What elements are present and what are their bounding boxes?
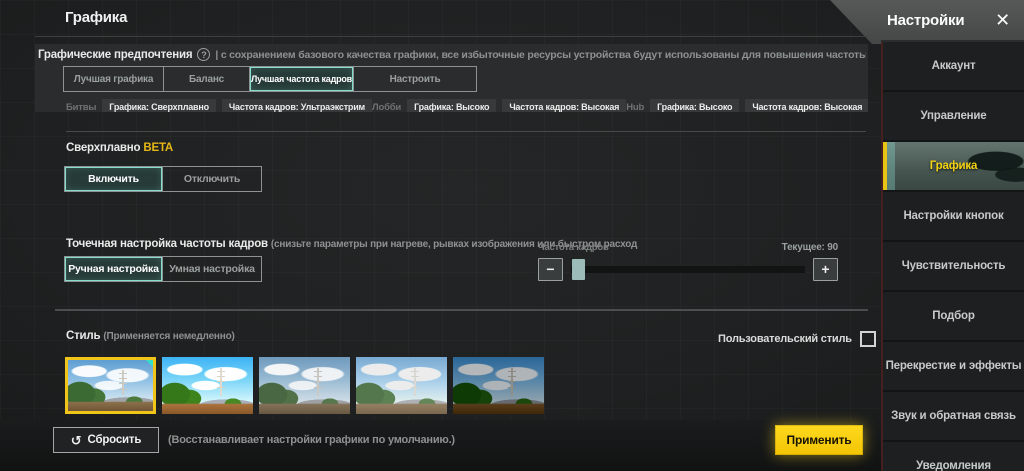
smart-tuning-button[interactable]: Умная настройка	[163, 257, 261, 281]
style-preview-image	[356, 357, 447, 414]
sidebar-item-graphics[interactable]: Графика	[883, 142, 1024, 192]
title-divider	[35, 36, 868, 37]
style-thumbnail-classic[interactable]	[65, 357, 156, 414]
radio-tower-graphic	[314, 368, 323, 396]
style-preview-image	[162, 357, 253, 414]
summary-label: Битвы	[66, 101, 97, 113]
bottom-action-bar: ↺ Сбросить (Восстанавливает настройки гр…	[0, 420, 1024, 471]
reset-button-label: Сбросить	[87, 434, 142, 446]
section-divider	[55, 309, 868, 311]
slider-label: Частота кадров	[538, 242, 609, 253]
style-section-title: Стиль (Применяется немедленно)	[66, 330, 235, 342]
custom-style-checkbox[interactable]	[859, 331, 876, 347]
tab-best-framerate[interactable]: Лучшая частота кадров	[250, 67, 354, 91]
style-preview-image	[68, 360, 153, 411]
tab-balance[interactable]: Баланс	[164, 67, 250, 91]
sidebar-item-account[interactable]: Аккаунт	[883, 42, 1024, 92]
summary-badge: Частота кадров: Ультраэкстрим	[221, 99, 373, 112]
graphics-preferences-section: Графические предпочтения ? | с сохранени…	[35, 44, 868, 112]
summary-group-hub: Hub Графика: Высоко Частота кадров: Высо…	[626, 99, 868, 112]
style-preview-image	[259, 357, 350, 414]
style-thumbnail-soft[interactable]	[356, 357, 447, 414]
summary-badge: Графика: Сверхплавно	[102, 99, 216, 112]
reset-icon: ↺	[70, 432, 82, 448]
framerate-title-text: Точечная настройка частоты кадров	[66, 238, 268, 250]
smooth-toggle-group: Включить Отключить	[64, 166, 262, 192]
help-icon[interactable]: ?	[197, 48, 211, 61]
increase-framerate-button[interactable]: +	[813, 257, 838, 281]
style-thumbnails-row	[65, 357, 544, 414]
sidebar-item-sensitivity[interactable]: Чувствительность	[883, 242, 1024, 292]
style-hint: (Применяется немедленно)	[103, 331, 235, 342]
tab-customize[interactable]: Настроить	[354, 67, 476, 91]
framerate-slider-handle[interactable]	[572, 258, 585, 280]
enable-button[interactable]: Включить	[65, 167, 163, 191]
sidebar-item-button-settings[interactable]: Настройки кнопок	[883, 192, 1024, 242]
summary-badge: Графика: Высоко	[407, 99, 497, 112]
framerate-slider-track[interactable]	[571, 258, 805, 280]
settings-title: Настройки	[887, 11, 965, 29]
page-title: Графика	[65, 9, 128, 26]
radio-tower-graphic	[217, 368, 226, 396]
graphics-settings-screen: Графика Графические предпочтения ? | с с…	[0, 0, 1024, 471]
decrease-framerate-button[interactable]: −	[538, 257, 563, 281]
style-title-text: Стиль	[66, 330, 101, 342]
reset-button[interactable]: ↺ Сбросить	[53, 427, 159, 453]
settings-menu: Аккаунт Управление Графика Настройки кно…	[881, 42, 1024, 471]
custom-style-label: Пользовательский стиль	[718, 333, 852, 345]
preset-summary-row: Битвы Графика: Сверхплавно Частота кадро…	[66, 99, 868, 113]
section-divider	[66, 131, 866, 132]
style-thumbnail-movie[interactable]	[453, 357, 544, 414]
preferences-description: | с сохранением базового качества график…	[215, 48, 866, 61]
sidebar-item-matchmaking[interactable]: Подбор	[883, 292, 1024, 342]
radio-tower-graphic	[119, 370, 128, 395]
settings-sidebar: Настройки ✕ Аккаунт Управление Графика Н…	[881, 0, 1024, 471]
summary-label: Hub	[626, 101, 645, 113]
beta-badge: BETA	[143, 142, 174, 154]
disable-button[interactable]: Отключить	[163, 167, 261, 191]
summary-badge: Частота кадров: Высокая	[502, 99, 627, 112]
sidebar-item-crosshair-effects[interactable]: Перекрестие и эффекты	[883, 342, 1024, 392]
close-icon[interactable]: ✕	[995, 11, 1010, 29]
sidebar-item-notifications[interactable]: Уведомления	[883, 442, 1024, 471]
graphics-preset-tabs: Лучшая графика Баланс Лучшая частота кад…	[63, 66, 477, 92]
style-preview-image	[453, 357, 544, 414]
slider-current-value: Текущее: 90	[781, 242, 839, 253]
custom-style-option: Пользовательский стиль	[718, 331, 876, 347]
sidebar-item-controls[interactable]: Управление	[883, 92, 1024, 142]
framerate-mode-group: Ручная настройка Умная настройка	[64, 256, 262, 282]
summary-badge: Частота кадров: Высокая	[745, 99, 868, 112]
summary-group-battles: Битвы Графика: Сверхплавно Частота кадро…	[66, 99, 373, 113]
summary-badge: Графика: Высоко	[650, 99, 740, 112]
style-thumbnail-realistic[interactable]	[259, 357, 350, 414]
framerate-slider-block: Частота кадров Текущее: 90 − +	[538, 242, 838, 281]
summary-group-lobby: Лобби Графика: Высоко Частота кадров: Вы…	[372, 99, 627, 113]
smooth-section-title: Сверхплавно BETA	[66, 142, 173, 154]
preferences-header: Графические предпочтения ? | с сохранени…	[38, 48, 866, 61]
reset-hint: (Восстанавливает настройки графики по ум…	[168, 434, 455, 446]
radio-tower-graphic	[411, 368, 420, 396]
sidebar-item-sound-feedback[interactable]: Звук и обратная связь	[883, 392, 1024, 442]
slider-labels: Частота кадров Текущее: 90	[538, 242, 838, 253]
summary-label: Лобби	[372, 101, 402, 113]
framerate-slider-row: − +	[538, 257, 838, 281]
radio-tower-graphic	[508, 368, 517, 396]
preferences-title: Графические предпочтения	[38, 48, 193, 61]
smooth-title-text: Сверхплавно	[66, 142, 141, 154]
apply-button[interactable]: Применить	[775, 425, 863, 455]
settings-header: Настройки ✕	[881, 0, 1024, 42]
style-thumbnail-colorful[interactable]	[162, 357, 253, 414]
manual-tuning-button[interactable]: Ручная настройка	[65, 257, 163, 281]
tab-best-graphics[interactable]: Лучшая графика	[64, 67, 164, 91]
